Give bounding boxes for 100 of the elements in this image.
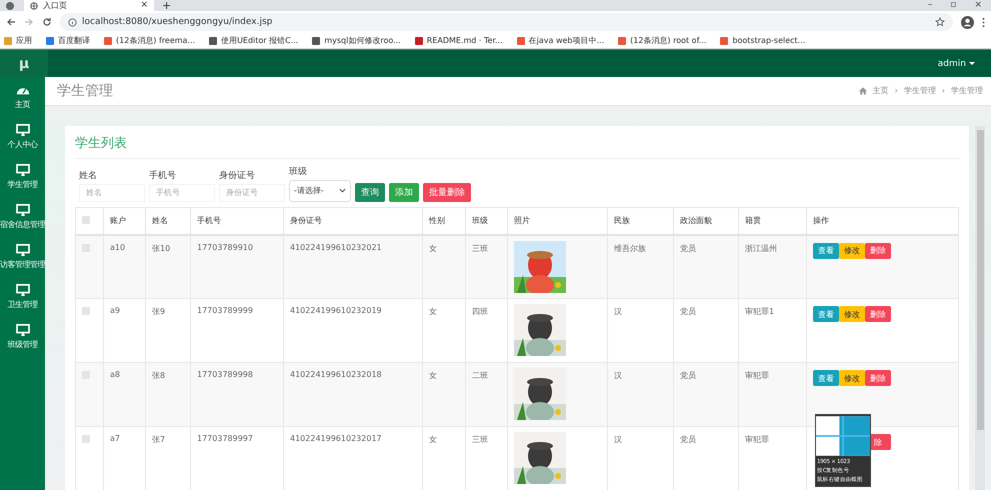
table-cell: 张10 [152, 244, 170, 252]
table-cell: 410224199610232019 [290, 306, 382, 315]
action-button[interactable]: 查询 [355, 182, 385, 202]
row-action-button[interactable]: 修改 [839, 370, 865, 386]
sidebar-item[interactable]: 学生管理 [0, 157, 45, 197]
breadcrumb-separator: › [942, 86, 945, 96]
table-cell: 审犯罪1 [745, 307, 774, 316]
checkbox[interactable] [82, 216, 90, 224]
bookmark[interactable]: (12条消息) freema... [104, 35, 196, 46]
user-menu[interactable]: admin [938, 58, 975, 68]
table-cell: 410224199610232021 [290, 242, 382, 252]
table-cell: 张8 [152, 371, 166, 380]
table-cell: 党员 [680, 244, 696, 252]
new-tab-button[interactable]: + [162, 0, 172, 11]
scrollbar[interactable] [975, 126, 985, 490]
close-icon[interactable]: × [140, 0, 148, 11]
bookmark[interactable]: (12条消息) root of... [618, 35, 706, 46]
class-dropdown[interactable]: -请选择- [289, 180, 351, 202]
window-control[interactable]: – [928, 0, 932, 11]
table-cell: a8 [110, 370, 120, 379]
browser-tab[interactable]: 入口页 × [24, 0, 154, 11]
column-header: 班级 [472, 216, 488, 225]
column-header: 身份证号 [290, 216, 322, 225]
sidebar-item[interactable]: 宿舍信息管理 [0, 197, 45, 237]
table-cell: 17703789999 [197, 306, 253, 315]
row-action-button[interactable]: 删除 [865, 242, 891, 258]
column-header: 姓名 [152, 216, 168, 225]
sidebar-item[interactable]: 个人中心 [0, 117, 45, 157]
table-cell: 17703789997 [197, 434, 253, 443]
bookmark[interactable]: README.md · Ter... [414, 36, 503, 45]
checkbox[interactable] [82, 307, 90, 315]
window-control[interactable]: × [974, 0, 982, 11]
sidebar-item[interactable]: 班级管理 [0, 317, 45, 357]
column-header: 政治面貌 [680, 216, 712, 225]
table-cell: 17703789998 [197, 370, 253, 379]
table-cell: 审犯罪 [745, 435, 769, 444]
breadcrumb-link[interactable]: 学生管理 [904, 85, 936, 96]
row-action-button[interactable]: 删除 [865, 306, 891, 322]
table-cell: 女 [429, 307, 437, 316]
table-cell: 女 [429, 244, 437, 252]
column-header: 照片 [514, 216, 530, 225]
monitor-icon [16, 324, 30, 336]
chevron-icon [339, 188, 346, 193]
input-field[interactable]: 身份证号 [219, 184, 285, 202]
breadcrumb-separator: › [894, 86, 898, 96]
table-cell: 汉 [614, 371, 622, 380]
star-icon[interactable] [935, 17, 945, 27]
row-action-button[interactable]: 修改 [839, 242, 865, 258]
breadcrumb-link[interactable]: 主页 [872, 85, 889, 96]
table-cell: a10 [110, 242, 126, 252]
reload-icon[interactable] [42, 17, 52, 27]
table-cell: 党员 [680, 307, 696, 316]
column-header: 民族 [614, 216, 630, 225]
column-header: 性别 [429, 216, 445, 225]
table-cell: 三班 [472, 244, 488, 252]
table-cell: 浙江温州 [745, 244, 777, 252]
bookmark[interactable]: mysql如何修改roo... [312, 35, 401, 46]
bookmark[interactable]: 在java web项目中... [516, 35, 604, 46]
bookmark[interactable]: bootstrap-select... [720, 36, 806, 45]
back-icon[interactable] [6, 17, 16, 27]
input-field[interactable]: 手机号 [149, 184, 215, 202]
table-cell: 汉 [614, 435, 622, 444]
monitor-icon [16, 204, 30, 216]
sidebar-item[interactable]: 主页 [0, 77, 45, 117]
column-header: 手机号 [197, 216, 221, 225]
table-cell: 审犯罪 [745, 371, 769, 380]
row-action-button[interactable]: 修改 [839, 306, 865, 322]
table-cell: 三班 [472, 435, 488, 444]
checkbox[interactable] [82, 435, 90, 443]
filter-label: 手机号 [149, 170, 177, 182]
bookmark[interactable]: 应用 [4, 35, 32, 46]
table-cell: 张7 [152, 435, 166, 444]
menu-icon[interactable] [982, 16, 985, 28]
table-cell: a7 [110, 434, 120, 443]
breadcrumb-link[interactable]: 学生管理 [951, 85, 983, 96]
bookmark[interactable]: 使用UEditor 报错C... [209, 35, 298, 46]
globe-icon [30, 2, 38, 10]
column-header: 操作 [813, 216, 829, 225]
info-icon[interactable] [68, 18, 77, 26]
monitor-icon [16, 124, 30, 136]
input-field[interactable]: 姓名 [79, 184, 145, 202]
table-cell: 张9 [152, 307, 166, 316]
page-title: 学生管理 [57, 82, 113, 100]
account-icon[interactable] [961, 16, 974, 28]
table-cell: 410224199610232017 [290, 434, 382, 443]
table-cell: 党员 [680, 435, 696, 444]
table-cell: 四班 [472, 307, 488, 316]
action-button[interactable]: 批量删除 [423, 182, 471, 202]
filter-label: 姓名 [79, 170, 98, 182]
forward-icon[interactable] [24, 17, 34, 27]
bookmark[interactable]: 百度翻译 [46, 35, 90, 46]
table-cell: 女 [429, 435, 437, 444]
table-cell: 女 [429, 371, 437, 380]
row-action-button[interactable]: 删除 [865, 370, 891, 386]
address-bar[interactable]: localhost:8080/xueshenggongyu/index.jsp [60, 13, 953, 31]
monitor-icon [16, 164, 30, 176]
sidebar-item[interactable]: 访客管理管理 [0, 237, 45, 277]
sidebar-item[interactable]: 卫生管理 [0, 277, 45, 317]
logo[interactable]: μ [0, 50, 48, 77]
window-control[interactable]: ▫ [950, 0, 956, 11]
